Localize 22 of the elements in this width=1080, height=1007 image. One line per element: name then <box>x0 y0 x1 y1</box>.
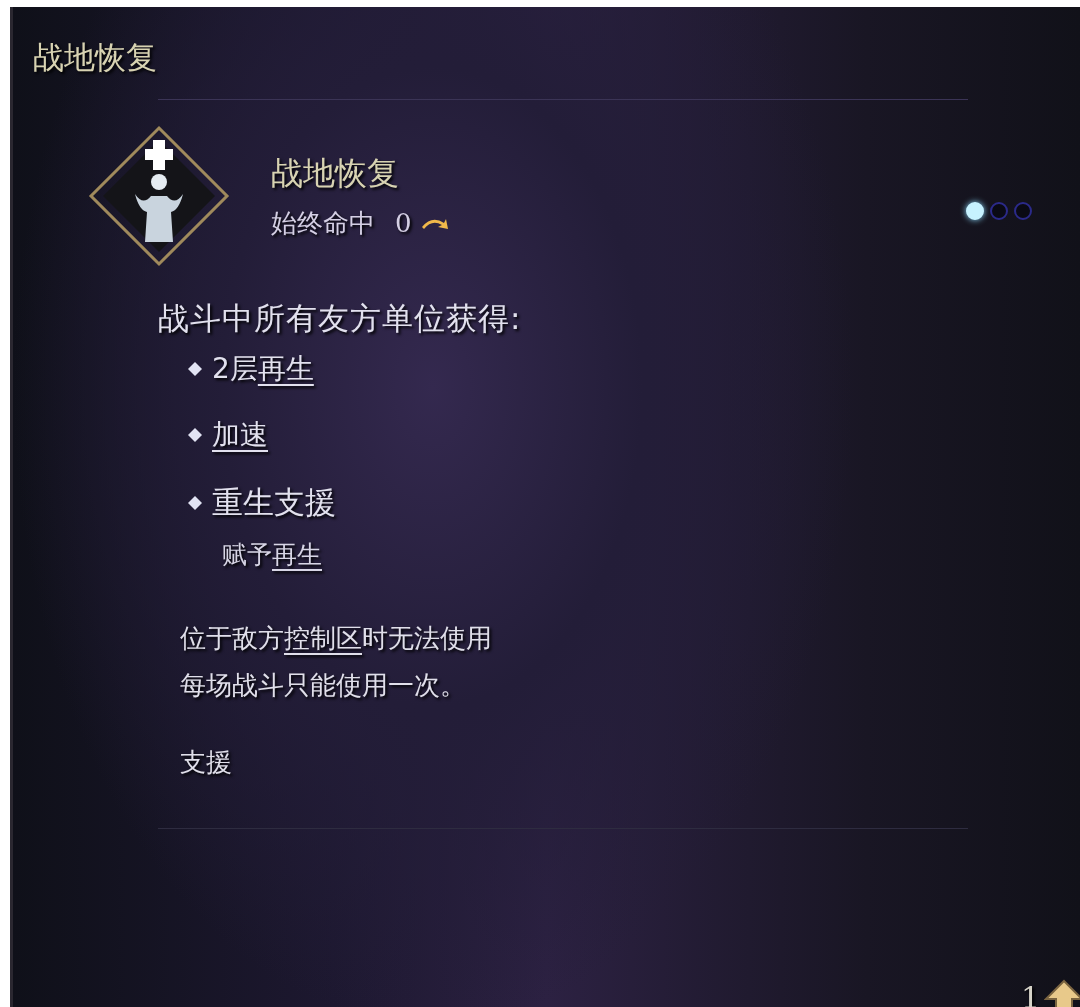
keyword-link[interactable]: 再生 <box>272 540 322 569</box>
page-dot[interactable] <box>1014 202 1032 220</box>
effect-text: 2层再生 <box>212 351 314 387</box>
effect-detail: 赋予再生 <box>222 539 323 571</box>
up-arrow-icon <box>1044 979 1080 1007</box>
keyword-link[interactable]: 再生 <box>257 352 314 385</box>
effect-heading: 战斗中所有友方单位获得: <box>158 299 523 338</box>
panel-title: 战地恢复 <box>33 38 158 77</box>
skill-tag: 支援 <box>180 745 1080 780</box>
healing-figure-icon <box>87 124 231 268</box>
bullet-icon <box>188 496 202 510</box>
cost-value: 0 <box>395 208 412 238</box>
bullet-icon <box>188 362 202 376</box>
note-text: 位于敌方控制区时无法使用 <box>180 622 493 655</box>
accuracy-label: 始终命中 <box>271 206 375 240</box>
page-dot[interactable] <box>990 202 1008 220</box>
keyword-link[interactable]: 加速 <box>212 416 268 454</box>
skill-name: 战地恢复 <box>271 152 400 194</box>
effect-text: 重生支援 <box>212 483 336 522</box>
bullet-icon <box>188 428 202 442</box>
keyword-link[interactable]: 控制区 <box>284 623 362 653</box>
note-text: 每场战斗只能使用一次。 <box>180 669 467 702</box>
